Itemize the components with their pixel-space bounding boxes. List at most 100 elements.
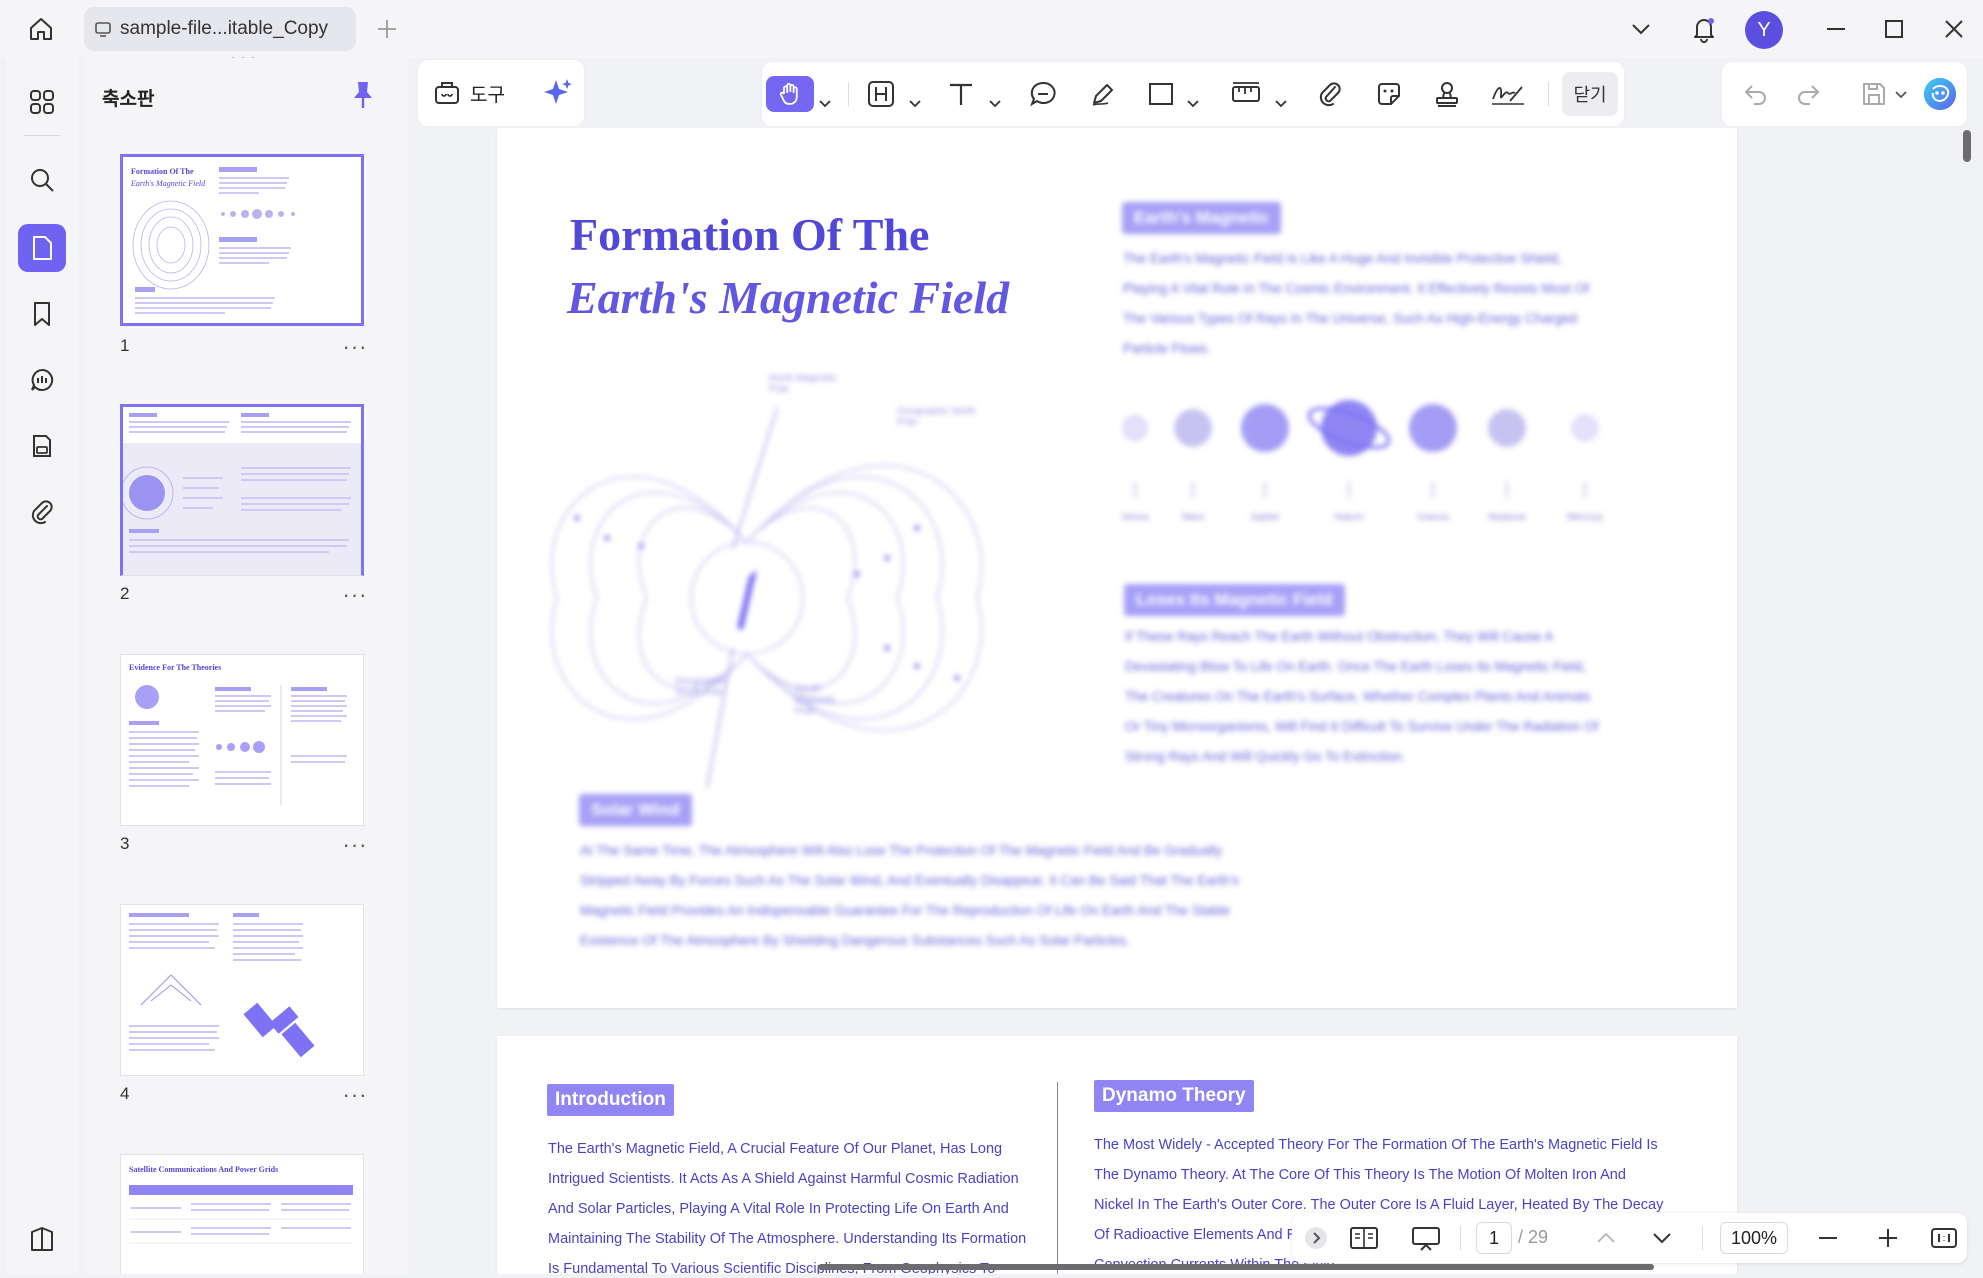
collapse-nav-button[interactable] [1300,1222,1332,1254]
shape-dropdown-icon[interactable] [1186,86,1200,122]
tag-loses-magnetic: Loses Its Magnetic Field [1124,584,1345,616]
chevron-down-icon [1632,24,1650,35]
bookmark-icon [34,302,50,326]
ai-assistant-icon[interactable] [1922,76,1958,112]
shape-tool-button[interactable] [1146,76,1176,112]
highlight-dropdown-icon[interactable] [908,86,922,122]
previous-page-button[interactable] [1590,1222,1622,1254]
save-icon[interactable] [1860,80,1888,108]
rail-comments-button[interactable] [18,356,66,404]
rail-search-button[interactable] [18,156,66,204]
thumbnail-page-number: 4 [120,1084,130,1103]
thumbnail-more-button[interactable]: ··· [340,834,370,860]
minimize-button[interactable] [1816,12,1856,46]
pen-icon [1092,84,1113,106]
highlight-tool-button[interactable] [866,76,896,112]
home-icon [30,18,52,40]
page-navigation-bar: 1 / 29 100% [1292,1213,1967,1263]
redo-icon[interactable] [1794,80,1822,108]
page-icon [33,236,52,260]
thumbnail-page-4[interactable] [120,904,364,1076]
page-title-line2: Earth's Magnetic Field [567,272,1010,323]
planet-label: Uranus [1416,512,1450,523]
thumbnail-preview [129,913,315,1058]
zoom-level-input[interactable]: 100% [1720,1222,1788,1254]
tools-button[interactable]: 도구 [432,74,505,112]
tools-label: 도구 [470,84,505,106]
tab-title: sample-file...itable_Copy [120,18,329,39]
plus-icon [1879,1229,1897,1247]
paragraph-solar: At The Same Time, The Atmosphere Will Al… [580,843,1239,948]
rail-organize-button[interactable] [18,78,66,126]
signature-tool-button[interactable] [1490,76,1526,112]
page-title-line1: Formation Of The [570,209,930,260]
ai-sparkle-icon[interactable] [538,74,576,112]
presentation-icon [1412,1227,1440,1251]
document-viewport[interactable]: Formation Of The Earth's Magnetic Field … [414,128,1967,1274]
zoom-out-button[interactable] [1812,1222,1844,1254]
chevron-right-circle-icon [1305,1227,1327,1249]
page-number-input[interactable]: 1 [1476,1222,1512,1254]
rail-thumbnails-button[interactable] [18,224,66,272]
theme-icon[interactable] [24,1222,60,1258]
rail-attachments-button[interactable] [18,488,66,536]
text-tool-button[interactable] [946,76,976,112]
measure-tool-button[interactable] [1230,76,1262,112]
rail-divider [24,135,60,136]
plus-icon [378,20,396,38]
document-tab[interactable]: sample-file...itable_Copy [84,7,356,51]
avatar[interactable]: Y [1745,11,1783,49]
pen-tool-button[interactable] [1088,76,1118,112]
bell-icon [1694,18,1714,43]
close-toolbar-button[interactable]: 닫기 [1562,72,1618,116]
measure-dropdown-icon[interactable] [1274,86,1288,122]
signature-icon [1492,86,1524,105]
stamp-tool-button[interactable] [1432,76,1462,112]
thumbnail-page-3[interactable]: Evidence For The Theories [120,654,364,826]
save-dropdown-icon[interactable] [1894,88,1908,102]
vertical-scrollbar[interactable] [1963,130,1971,162]
comment-tool-button[interactable] [1028,76,1058,112]
hand-tool-dropdown-icon[interactable] [818,86,832,122]
tag-dynamo-theory: Dynamo Theory [1094,1080,1254,1112]
text-dropdown-icon[interactable] [988,86,1002,122]
maximize-button[interactable] [1874,12,1914,46]
next-page-button[interactable] [1646,1222,1678,1254]
chevron-down-icon [1653,1233,1671,1244]
thumbnail-page-2[interactable] [120,404,364,576]
thumbnail-more-button[interactable]: ··· [340,584,370,610]
close-icon [1945,20,1963,38]
zoom-in-button[interactable] [1872,1222,1904,1254]
actual-size-icon [1931,1228,1957,1248]
rail-forms-button[interactable] [18,422,66,470]
text-t-icon [950,83,972,105]
thumbnail-more-button[interactable]: ··· [340,1084,370,1110]
close-window-button[interactable] [1934,12,1974,46]
presentation-button[interactable] [1408,1222,1444,1254]
thumbnail-page-1[interactable]: Formation Of The Earth's Magnetic Field [120,154,364,326]
pin-icon[interactable] [346,78,380,112]
page-layout-button[interactable] [1346,1222,1382,1254]
paragraph-magnetic: The Earth's Magnetic Field Is Like A Hug… [1123,251,1589,356]
separator [848,82,849,106]
sticker-tool-button[interactable] [1374,76,1404,112]
home-button[interactable] [22,12,60,46]
rail-bookmarks-button[interactable] [18,290,66,338]
undo-icon[interactable] [1742,80,1770,108]
book-layout-icon [1350,1227,1378,1249]
thumbnail-more-button[interactable]: ··· [340,336,370,362]
attach-tool-button[interactable] [1316,76,1344,112]
paragraph-loses: If These Rays Reach The Earth Without Ob… [1125,629,1599,764]
thumbnail-panel: 축소판 Formation Of The Earth's Magnetic Fi… [84,58,408,1274]
actual-size-button[interactable] [1928,1222,1960,1254]
horizontal-scrollbar[interactable] [818,1264,1654,1270]
hand-tool-button[interactable] [766,76,814,112]
form-icon [33,435,51,457]
thumbnail-page-5[interactable]: Satellite Communications And Power Grids [120,1154,364,1274]
annotation-toolbar: 닫기 [762,62,1624,126]
left-rail [6,58,78,1274]
tag-earths-magnetic: Earth's Magnetic [1122,202,1282,234]
notifications-button[interactable] [1686,11,1722,47]
new-tab-button[interactable] [372,14,402,44]
tab-list-button[interactable] [1624,14,1658,44]
